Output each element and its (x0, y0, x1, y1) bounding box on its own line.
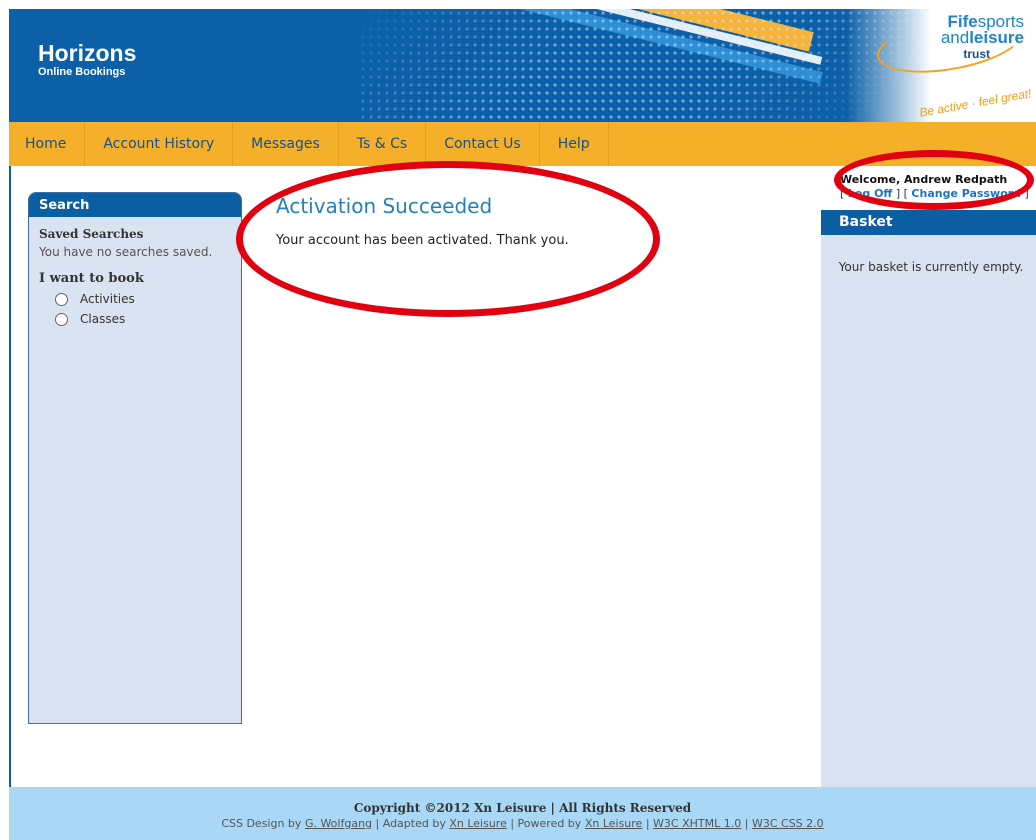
credits-text: | Powered by (510, 817, 582, 830)
credits-line: CSS Design by G. Wolfgang | Adapted by X… (9, 817, 1036, 830)
nav-item-help[interactable]: Help (540, 122, 609, 166)
adapted-by-link[interactable]: Xn Leisure (449, 817, 507, 830)
radio-label: Activities (80, 292, 135, 306)
credits-separator: | (645, 817, 650, 830)
copyright-text: Copyright ©2012 Xn Leisure | All Rights … (353, 801, 692, 815)
nav-item-messages[interactable]: Messages (233, 122, 339, 166)
footer: Copyright ©2012 Xn Leisure | All Rights … (9, 787, 1036, 840)
credits-separator: | (744, 817, 749, 830)
logo-text: leisure (969, 28, 1024, 47)
main-nav: Home Account History Messages Ts & Cs Co… (9, 122, 1036, 166)
radio-button[interactable] (55, 292, 68, 306)
nav-item-ts-cs[interactable]: Ts & Cs (339, 122, 427, 166)
logoff-link[interactable]: Log Off (848, 187, 893, 200)
designer-link[interactable]: G. Wolfgang (305, 817, 372, 830)
booking-type-title: I want to book (39, 271, 144, 286)
css-link[interactable]: W3C CSS 2.0 (752, 817, 824, 830)
partner-logo: Fifesports andleisure trust (874, 13, 1024, 62)
welcome-text: Welcome, Andrew Redpath (840, 173, 1008, 186)
activation-message: Your account has been activated. Thank y… (276, 233, 569, 248)
page-title: Activation Succeeded (276, 194, 493, 218)
basket-empty-text: Your basket is currently empty. (838, 260, 1024, 274)
saved-searches-text: You have no searches saved. (39, 245, 213, 259)
saved-searches-title: Saved Searches (39, 227, 144, 241)
radio-option-classes[interactable]: Classes (55, 312, 241, 326)
radio-label: Classes (80, 312, 126, 326)
logo-text: trust (963, 47, 990, 61)
logo-text: and (940, 28, 970, 47)
credits-text: CSS Design by (221, 817, 302, 830)
radio-option-activities[interactable]: Activities (55, 292, 241, 306)
search-panel: Search Saved Searches You have no search… (28, 192, 242, 724)
account-links: [ Log Off ] [ Change Password ] (840, 187, 1029, 200)
basket-heading: Basket (821, 210, 1036, 235)
nav-item-account-history[interactable]: Account History (85, 122, 234, 166)
search-panel-heading: Search (29, 193, 241, 217)
brand-subtitle: Online Bookings (38, 66, 126, 78)
nav-item-home[interactable]: Home (9, 122, 86, 166)
credits-text: | Adapted by (375, 817, 446, 830)
xhtml-link[interactable]: W3C XHTML 1.0 (653, 817, 741, 830)
nav-item-contact-us[interactable]: Contact Us (426, 122, 540, 166)
brand-title: Horizons (38, 40, 137, 66)
radio-button[interactable] (55, 312, 68, 326)
powered-by-link[interactable]: Xn Leisure (585, 817, 643, 830)
change-password-link[interactable]: Change Password (911, 187, 1021, 200)
